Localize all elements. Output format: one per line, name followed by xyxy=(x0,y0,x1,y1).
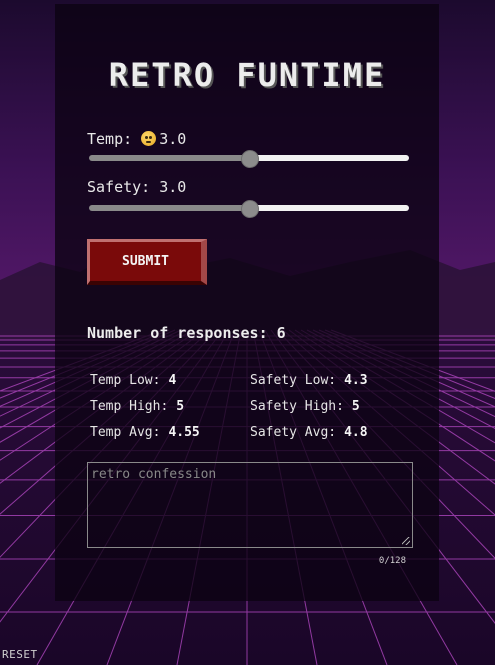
stat-safety-high: Safety High: 5 xyxy=(250,399,360,414)
temp-label: Temp: 3.0 xyxy=(87,130,187,148)
reset-link[interactable]: RESET xyxy=(2,648,38,661)
safety-value: 3.0 xyxy=(159,178,187,196)
stat-temp-avg: Temp Avg: 4.55 xyxy=(90,425,200,440)
resize-grip-icon[interactable] xyxy=(402,537,410,545)
app-title: RETRO FUNTIME xyxy=(108,56,386,94)
main-panel: RETRO FUNTIME Temp: 3.0 Safety: 3.0 SUBM… xyxy=(55,4,439,601)
safety-label: Safety: 3.0 xyxy=(87,178,187,196)
confession-textarea[interactable]: retro confession xyxy=(87,462,413,548)
submit-button[interactable]: SUBMIT xyxy=(87,239,207,285)
stat-safety-low: Safety Low: 4.3 xyxy=(250,373,368,388)
character-counter: 0/128 xyxy=(378,556,406,566)
safety-slider-thumb[interactable] xyxy=(241,200,259,218)
temp-slider[interactable] xyxy=(89,149,409,168)
safety-slider[interactable] xyxy=(89,199,409,218)
stat-temp-low: Temp Low: 4 xyxy=(90,373,177,388)
temp-slider-thumb[interactable] xyxy=(241,150,259,168)
face-with-rolling-eyes-icon xyxy=(141,131,157,146)
stat-temp-high: Temp High: 5 xyxy=(90,399,185,414)
temp-value: 3.0 xyxy=(159,130,187,148)
responses-count: Number of responses: 6 xyxy=(87,324,286,342)
stat-safety-avg: Safety Avg: 4.8 xyxy=(250,425,368,440)
confession-placeholder: retro confession xyxy=(91,467,217,482)
